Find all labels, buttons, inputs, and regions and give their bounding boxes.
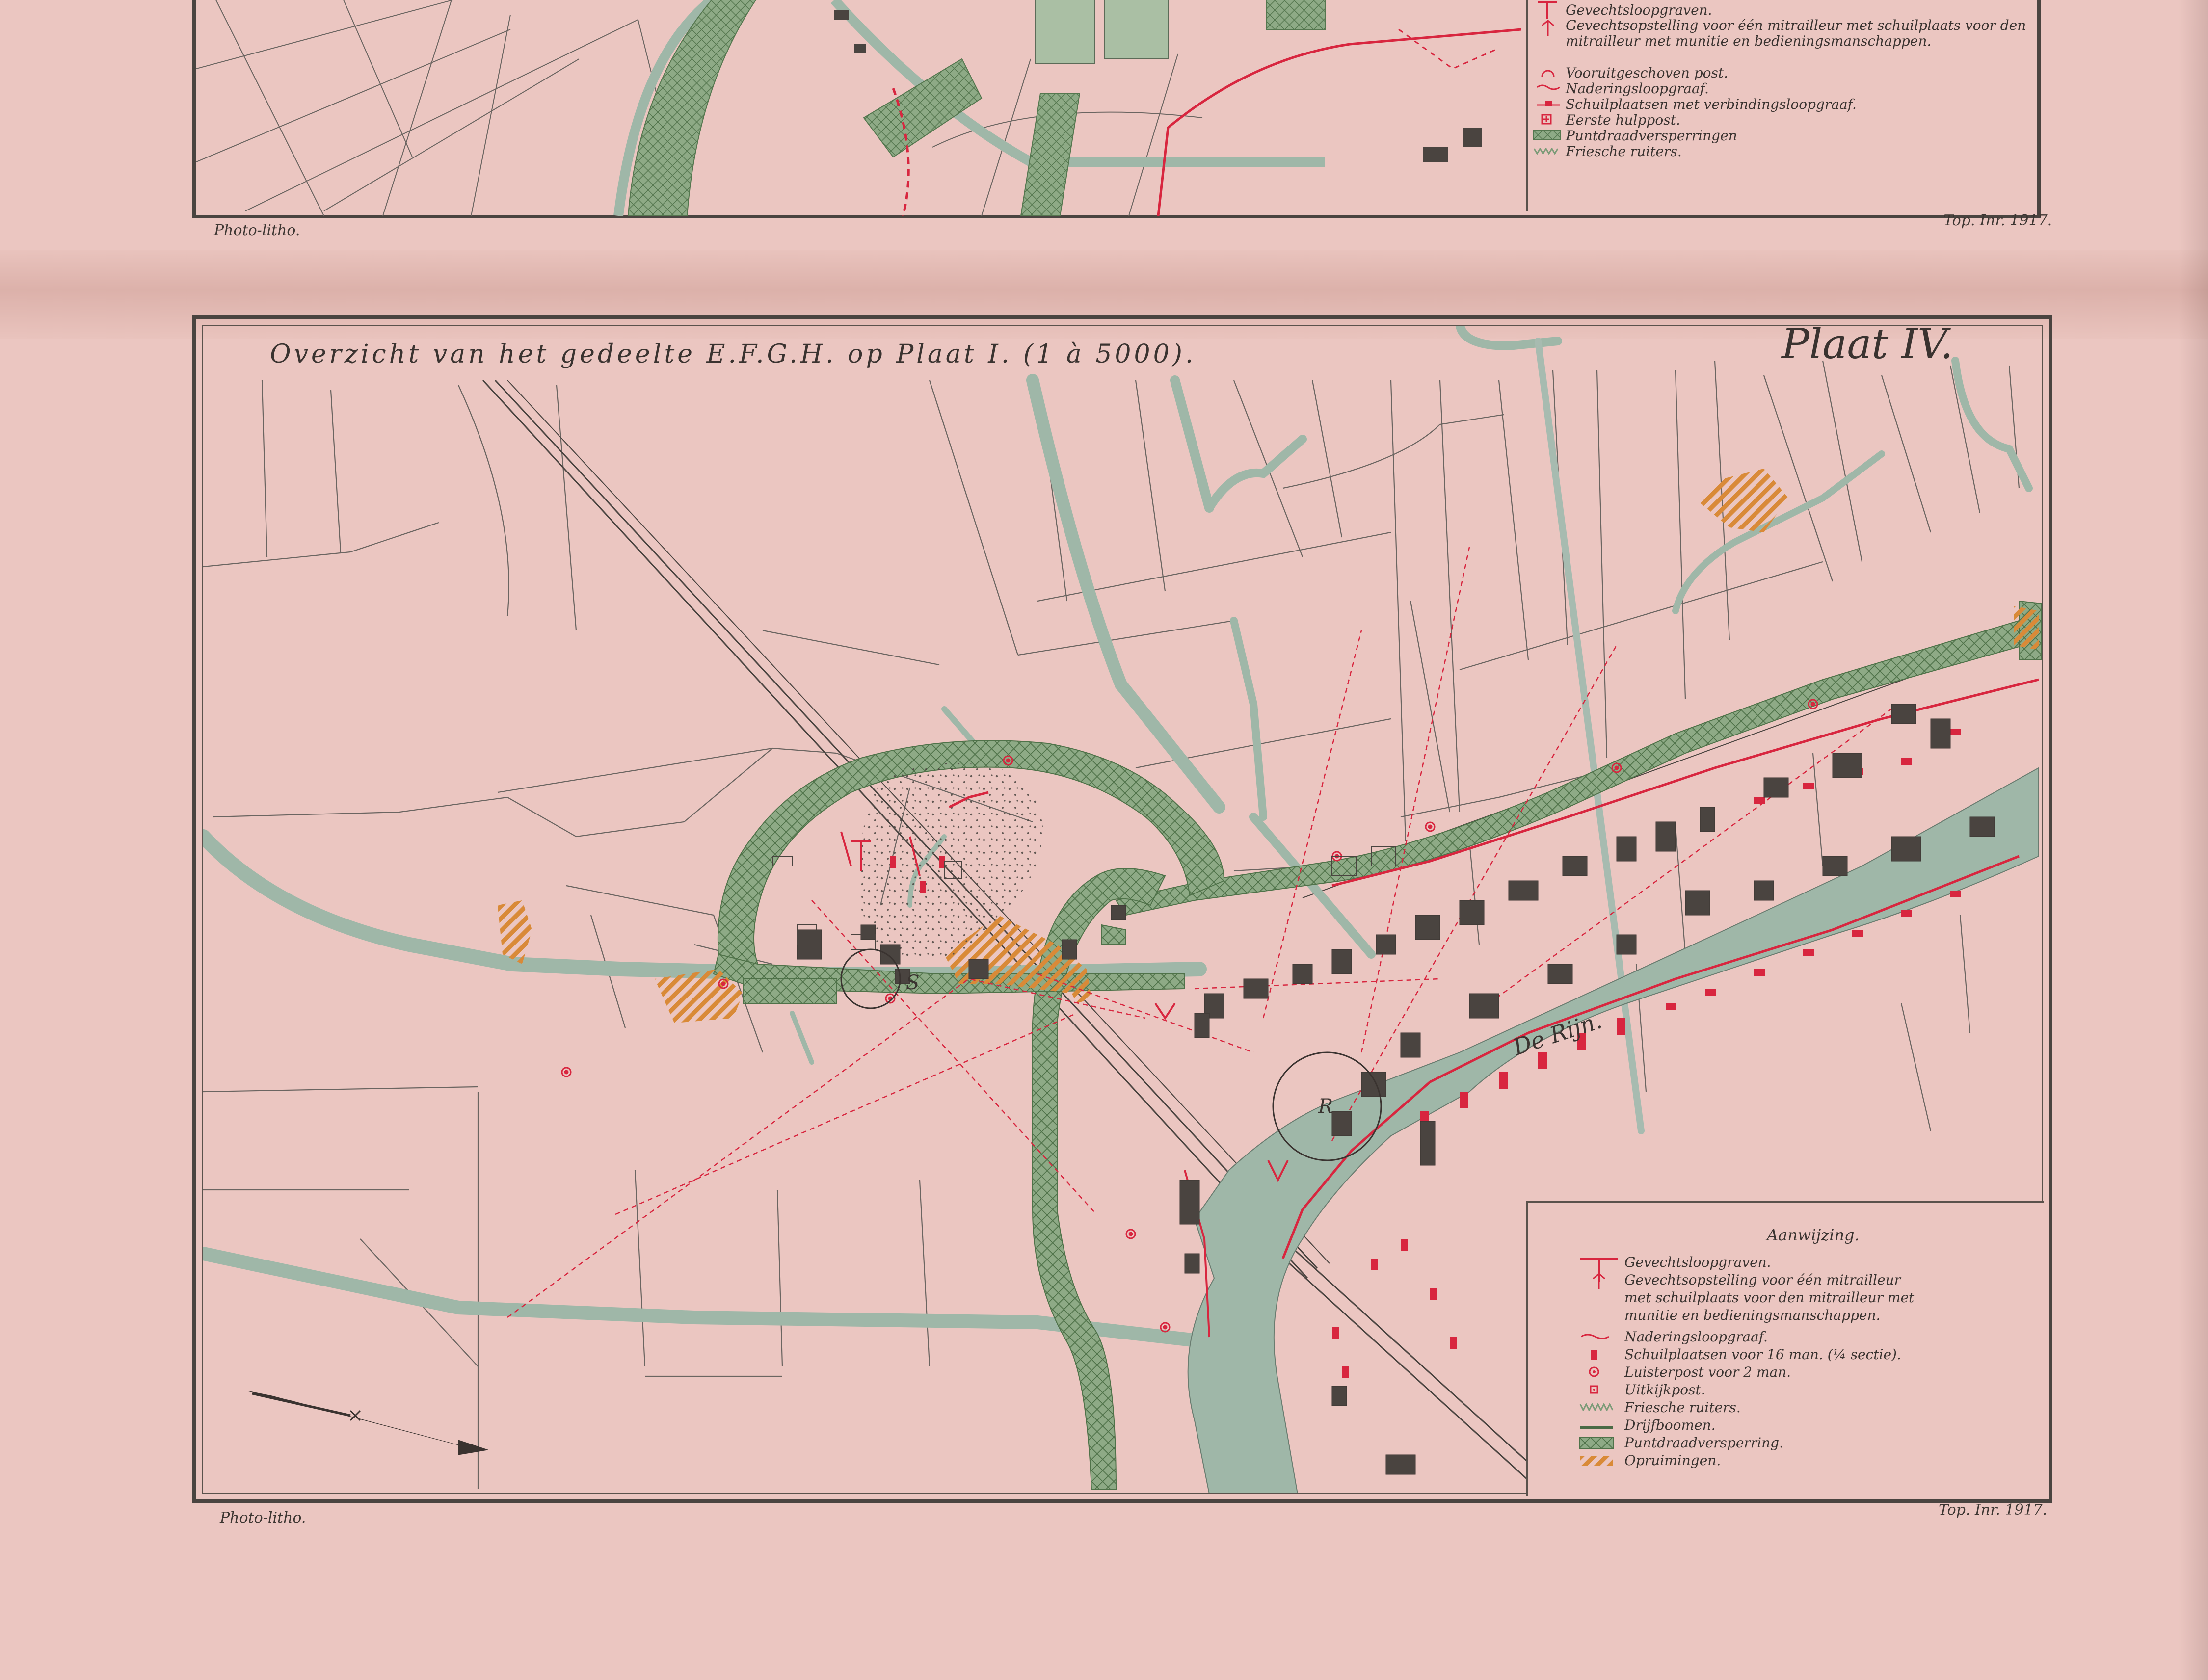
top-legend-label: Puntdraadversperringen: [1566, 128, 1737, 144]
top-legend-label: Schuilplaatsen met verbindingsloopgraaf.: [1566, 96, 1857, 112]
legend-item-lookout: Uitkijkpost.: [1590, 1382, 2037, 1399]
legend-label: Schuilplaatsen voor 16 man. (¼ sectie).: [1624, 1346, 1901, 1363]
first-aid-post-icon: [1539, 114, 1554, 128]
top-legend-label: Eerste hulppost.: [1566, 112, 1680, 128]
top-legend-label: Friesche ruiters.: [1566, 143, 1682, 159]
barbed-wire-icon: [1579, 1437, 1614, 1451]
legend-item-clearing: Opruimingen.: [1580, 1452, 2037, 1470]
plate-number: Plaat IV.: [1782, 320, 1953, 368]
friesche-ruiters-icon: [1579, 1402, 1614, 1413]
legend-label: Gevechtsloopgraven.: [1624, 1254, 1771, 1270]
top-map-trenches: [892, 28, 1521, 216]
legend-item-mg-3: munitie en bedieningsmanschappen.: [1624, 1307, 2037, 1329]
top-footer-left: Photo-litho.: [214, 222, 300, 239]
legend-label: Drijfboomen.: [1624, 1417, 1716, 1433]
legend-label: munitie en bedieningsmanschappen.: [1624, 1307, 1881, 1323]
plate-title: Overzicht van het gedeelte E.F.G.H. op P…: [270, 340, 1197, 369]
page-edge-shadow: [2179, 0, 2208, 1680]
advanced-post-icon: [1538, 65, 1558, 81]
legend-item-friesche: Friesche ruiters.: [1579, 1399, 2037, 1417]
s-marker-label: S: [906, 971, 920, 994]
top-legend-item-5: Schuilplaatsen met verbindingsloopgraaf.: [1537, 96, 2037, 112]
clearing-icon: [1579, 1455, 1614, 1468]
legend-item-trench: Gevechtsloopgraven.: [1580, 1254, 2037, 1282]
top-legend-item-4: Naderingsloopgraaf.: [1537, 80, 2037, 97]
barbed-wire-icon: [1533, 130, 1561, 142]
legend-label: Friesche ruiters.: [1624, 1399, 1741, 1416]
plate-footer-left: Photo-litho.: [220, 1509, 306, 1526]
legend-item-listening: Luisterpost voor 2 man.: [1589, 1364, 2037, 1382]
top-legend-item-8: Friesche ruiters.: [1533, 143, 2037, 159]
floating-boom-icon: [1579, 1423, 1614, 1432]
legend-label: Uitkijkpost.: [1624, 1382, 1705, 1398]
legend-item-shelter: Schuilplaatsen voor 16 man. (¼ sectie).: [1591, 1346, 2037, 1364]
top-legend-item-2: Gevechtsopstelling voor één mitrailleur …: [1542, 17, 2037, 65]
legend-label: Naderingsloopgraaf.: [1624, 1329, 1768, 1345]
legend-label: Gevechtsopstelling voor één mitrailleur: [1624, 1272, 1901, 1288]
top-map-green-fields: [1035, 0, 1169, 64]
legend-label: Puntdraadversperring.: [1624, 1435, 1783, 1451]
shelter-icon: [1589, 1349, 1599, 1363]
top-footer-right: Top. Inr. 1917.: [1943, 212, 2052, 229]
approach-trench-icon: [1580, 1332, 1610, 1343]
atlas-page: Gevechtsloopgraven. Gevechtsopstelling v…: [0, 0, 2208, 1680]
top-legend-label: Vooruitgeschoven post.: [1566, 65, 1729, 81]
top-legend-label: Naderingsloopgraaf.: [1566, 80, 1709, 97]
legend-item-boom: Drijfboomen.: [1580, 1417, 2037, 1435]
machine-gun-emplacement-icon: [1589, 1272, 1609, 1293]
r-marker-label: R: [1318, 1095, 1333, 1118]
top-map-wire-4: [1266, 0, 1326, 30]
top-map-wire-2: [863, 58, 983, 158]
top-legend-item-3: Vooruitgeschoven post.: [1541, 65, 2037, 81]
top-map-wire-1: [627, 0, 757, 216]
plate-footer-right: Top. Inr. 1917.: [1939, 1501, 2048, 1519]
machine-gun-emplacement-icon: [1538, 19, 1558, 40]
top-map-svg: [196, 0, 1521, 216]
legend-item-mg: Gevechtsopstelling voor één mitrailleur: [1593, 1272, 2037, 1289]
listening-post-icon: [1588, 1366, 1600, 1380]
legend-item-wire: Puntdraadversperring.: [1579, 1435, 2037, 1452]
top-legend-label: Gevechtsloopgraven.: [1566, 2, 1712, 18]
north-arrow-icon: [247, 1391, 488, 1455]
plate-legend-title: Aanwijzing.: [1767, 1226, 1860, 1244]
lookout-post-icon: [1589, 1385, 1599, 1396]
legend-item-approach: Naderingsloopgraaf.: [1581, 1329, 2037, 1346]
legend-item-mg-2: met schuilplaats voor den mitrailleur me…: [1624, 1289, 2037, 1307]
friesche-ruiters-icon: [1533, 147, 1561, 157]
top-legend-label: Gevechtsopstelling voor één mitrailleur …: [1566, 17, 2026, 49]
shelter-icon: [1536, 99, 1561, 111]
plate-legend-list: Gevechtsloopgraven. Gevechtsopstelling v…: [1579, 1254, 2037, 1470]
top-legend-list: Gevechtsloopgraven. Gevechtsopstelling v…: [1533, 1, 2037, 159]
legend-label: Luisterpost voor 2 man.: [1624, 1364, 1791, 1380]
top-legend-item-1: Gevechtsloopgraven.: [1538, 1, 2037, 19]
top-map-wire-3: [1020, 93, 1081, 216]
top-legend-item-6: Eerste hulppost.: [1541, 112, 2037, 128]
legend-label: Opruimingen.: [1624, 1452, 1721, 1469]
top-legend-item-7: Puntdraadversperringen: [1533, 128, 2037, 144]
legend-label: met schuilplaats voor den mitrailleur me…: [1624, 1289, 1915, 1306]
approach-trench-icon: [1536, 82, 1561, 94]
